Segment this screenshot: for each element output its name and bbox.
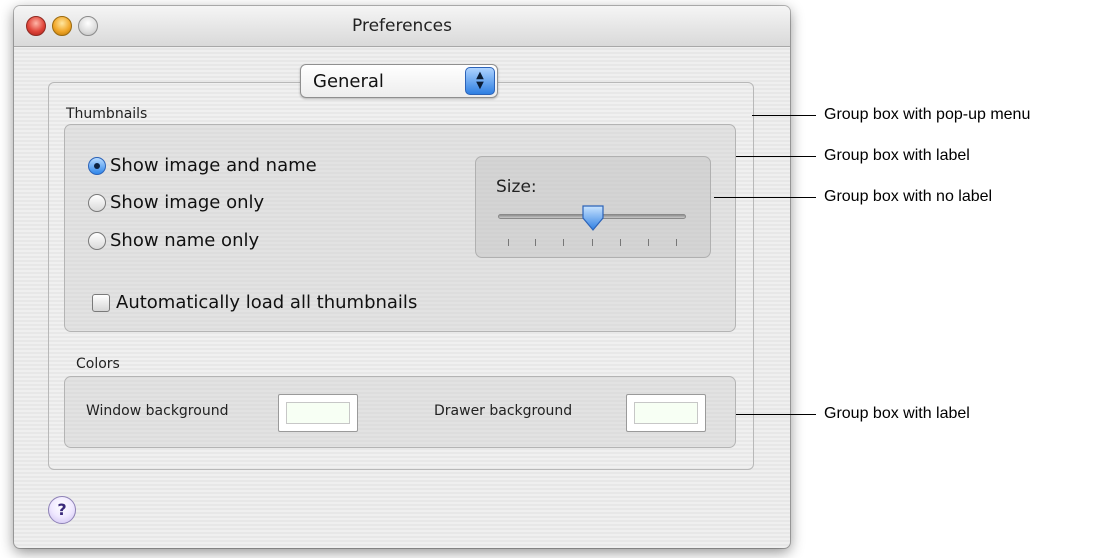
callout-nolabel-group: Group box with no label [824, 188, 993, 205]
radio-button-selected[interactable] [88, 156, 106, 175]
colors-group-label: Colors [76, 356, 120, 372]
thumbnails-group-label: Thumbnails [66, 106, 148, 122]
general-popup-menu[interactable]: General ▲ ▼ [300, 64, 498, 98]
radio-show-name-only[interactable]: Show name only [88, 230, 259, 251]
callout-popup-group: Group box with pop-up menu [824, 106, 1031, 123]
callout-line-colors [736, 414, 816, 415]
window-background-swatch [286, 402, 350, 424]
window-background-label: Window background [86, 403, 229, 419]
popup-arrows-icon[interactable]: ▲ ▼ [465, 67, 495, 95]
radio-show-image-and-name[interactable]: Show image and name [88, 155, 317, 176]
radio-label: Show image and name [110, 155, 317, 176]
size-group-box: Size: [475, 156, 711, 258]
slider-tick [676, 239, 677, 246]
auto-load-checkbox[interactable] [92, 293, 110, 312]
auto-load-thumbnails-checkbox-row[interactable]: Automatically load all thumbnails [92, 292, 417, 313]
radio-button[interactable] [88, 231, 106, 250]
size-slider-thumb[interactable] [581, 204, 605, 232]
popup-selected-label: General [313, 71, 384, 92]
slider-tick [648, 239, 649, 246]
preferences-window: Preferences General ▲ ▼ Thumbnails Show i… [14, 6, 790, 548]
drawer-background-color-well[interactable] [626, 394, 706, 432]
auto-load-label: Automatically load all thumbnails [116, 292, 418, 313]
slider-tick [563, 239, 564, 246]
callout-label-group: Group box with label [824, 147, 970, 164]
title-bar[interactable]: Preferences [14, 6, 790, 47]
size-label: Size: [496, 177, 537, 197]
radio-label: Show image only [110, 192, 265, 213]
drawer-background-label: Drawer background [434, 403, 573, 419]
callout-line-popup [752, 115, 816, 116]
slider-tick [535, 239, 536, 246]
slider-tick [592, 239, 593, 246]
callout-line-nolabel [714, 197, 816, 198]
callout-colors-group: Group box with label [824, 405, 970, 422]
window-background-color-well[interactable] [278, 394, 358, 432]
radio-button[interactable] [88, 193, 106, 212]
slider-tick [620, 239, 621, 246]
window-title: Preferences [352, 16, 452, 36]
radio-show-image-only[interactable]: Show image only [88, 192, 264, 213]
radio-label: Show name only [110, 230, 260, 251]
callout-line-label [736, 156, 816, 157]
help-button[interactable]: ? [48, 496, 76, 524]
drawer-background-swatch [634, 402, 698, 424]
slider-tick [508, 239, 509, 246]
